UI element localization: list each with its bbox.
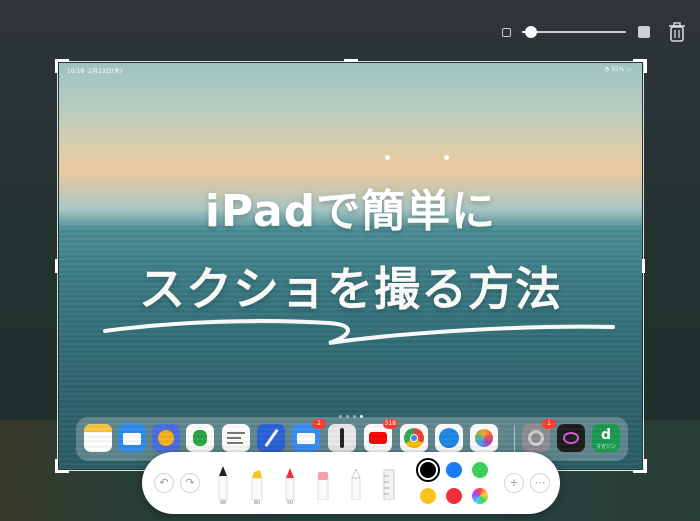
ruler-tool[interactable] [380,466,398,508]
ellipsis-icon[interactable]: ⋯ [530,473,550,493]
status-time: 10:18 2月13日(木) [67,68,123,75]
youtube-app-icon[interactable]: 318 [364,419,398,452]
ink-pen-app-icon[interactable] [328,424,356,452]
highlighter-size: 80 [253,500,261,506]
trash-icon[interactable] [668,22,686,42]
d-magazine-label: マガジン [595,444,616,450]
pencil-icon [285,468,295,501]
color-red[interactable] [446,488,462,504]
plus-icon[interactable]: + [504,473,524,493]
notes-app-icon[interactable] [84,424,112,452]
title-line-2: スクショを撮る方法 [139,262,562,316]
screenshot-preview[interactable]: 10:18 2月13日(木) ◔ 55% ▭ iPadで簡単に スクショを撮る方… [59,63,642,469]
settings-app-icon[interactable]: 1 [522,419,556,452]
crop-handle-bottom-right[interactable] [633,459,647,473]
eraser-icon [317,472,329,501]
eraser-tool[interactable] [314,466,332,508]
highlighter-icon [251,470,263,501]
pencil-app-icon[interactable] [257,424,285,452]
settings-badge: 1 [542,419,556,429]
dock-divider [514,425,515,453]
color-yellow[interactable] [420,488,436,504]
crop-handle-top-right[interactable] [633,59,647,73]
procreate-app-icon[interactable] [557,424,585,452]
redo-icon[interactable]: ↷ [180,473,200,493]
underline-swoosh [103,319,615,345]
slider-knob[interactable] [525,26,538,38]
crop-handle-top[interactable] [344,59,358,62]
pencil-size: 50 [286,500,294,506]
crop-handle-left[interactable] [55,259,58,273]
large-square-icon[interactable] [638,26,650,38]
crop-handle-bottom-left[interactable] [55,459,69,473]
youtube-badge: 318 [382,419,398,429]
safari-app-icon[interactable] [435,424,463,452]
mail-app-icon[interactable]: 2 [292,419,326,452]
color-black[interactable] [416,458,440,482]
top-controls [0,0,700,48]
title-line-1: iPadで簡単に [204,186,497,237]
decor-dot [385,155,390,160]
color-picker[interactable] [472,488,488,504]
small-square-icon[interactable] [502,28,511,37]
lasso-tool[interactable] [347,466,365,508]
evernote-app-icon[interactable] [186,424,214,452]
undo-icon[interactable]: ↶ [154,473,174,493]
pen-tool[interactable]: 98 [214,466,232,508]
photos-app-icon[interactable] [470,424,498,452]
crop-handle-right[interactable] [642,259,645,273]
page-indicator [337,403,365,422]
wifi-icon: ◔ [603,66,610,73]
d-magazine-app-icon[interactable]: d マガジン [592,424,620,452]
size-slider[interactable] [522,26,626,38]
mail-badge: 2 [312,419,326,429]
battery-icon: ▭ [626,66,632,73]
color-green[interactable] [472,462,488,478]
chrome-app-icon[interactable] [400,424,428,452]
color-blue[interactable] [446,462,462,478]
status-battery: ◔ 55% ▭ [603,66,632,73]
pen-size: 98 [219,500,227,506]
crop-handle-top-left[interactable] [55,59,69,73]
markup-toolbar: ↶ ↷ 98 80 50 + ⋯ [142,452,560,514]
decor-dot [444,155,449,160]
files-app-icon[interactable] [118,424,146,452]
goodnotes-app-icon[interactable] [222,424,250,452]
lasso-icon [351,467,361,501]
ruler-icon [383,469,395,501]
omnifocus-app-icon[interactable] [152,424,180,452]
highlighter-tool[interactable]: 80 [248,466,266,508]
pen-icon [218,466,228,501]
pencil-tool[interactable]: 50 [281,466,299,508]
